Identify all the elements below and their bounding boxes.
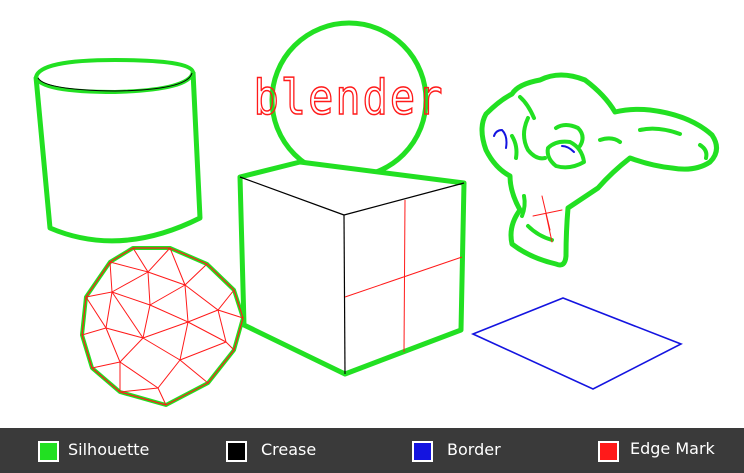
edge-mark-swatch [598, 441, 619, 462]
logo-text: blender [254, 69, 445, 126]
legend-label: Silhouette [68, 440, 150, 459]
legend: Silhouette Crease Border Edge Mark [0, 428, 744, 473]
render-viewport: blender [0, 0, 744, 428]
crease-swatch [226, 441, 247, 462]
cube-icon [237, 159, 467, 377]
monkey-head-icon [479, 72, 719, 268]
silhouette-swatch [38, 441, 59, 462]
legend-label: Crease [261, 440, 317, 459]
icosphere-icon [80, 246, 245, 407]
plane-icon [470, 297, 683, 390]
legend-label: Edge Mark [630, 439, 715, 458]
cylinder-icon [33, 57, 203, 244]
border-swatch [412, 441, 433, 462]
scene-canvas: blender [33, 20, 719, 407]
legend-label: Border [447, 440, 501, 459]
